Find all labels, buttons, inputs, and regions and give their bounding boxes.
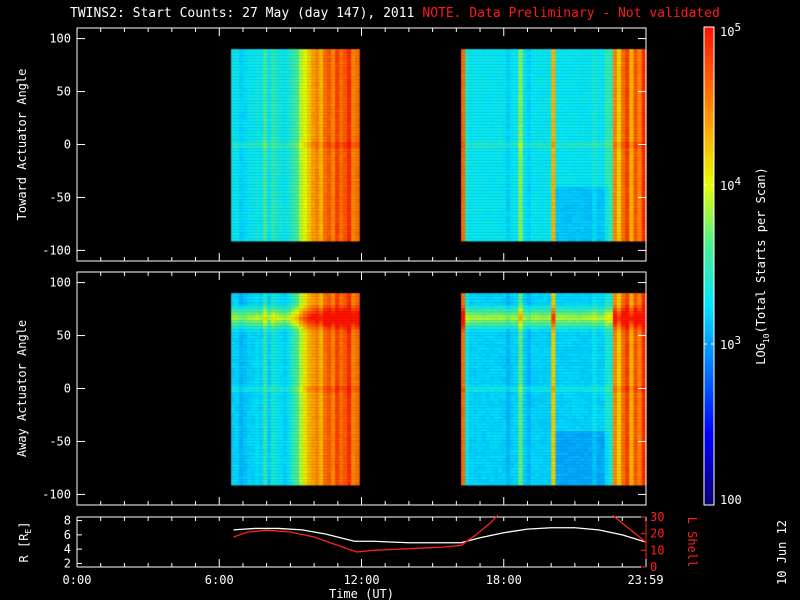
- x-tick-label: 12:00: [343, 573, 379, 587]
- x-tick-label: 23:59: [627, 573, 663, 587]
- lshell-line: [233, 514, 499, 553]
- colorbar-tick-label: 104: [720, 175, 741, 193]
- y-tick-label: 100: [49, 276, 71, 290]
- y-tick-label: -100: [42, 243, 71, 257]
- title-text: TWINS2: Start Counts: 27 May (day 147), …: [70, 6, 415, 21]
- plot-date: 10 Jun 12: [775, 520, 789, 585]
- y-tick-label: -50: [49, 190, 71, 204]
- lshell-tick-label: 10: [650, 543, 664, 557]
- chart-title: TWINS2: Start Counts: 27 May (day 147), …: [70, 6, 720, 21]
- y-axis-label: Toward Actuator Angle: [15, 69, 29, 221]
- y-tick-label: -50: [49, 434, 71, 448]
- colorbar-label: LOG10(Total Starts per Scan): [754, 167, 771, 365]
- y-axis-label: Away Actuator Angle: [15, 320, 29, 457]
- lshell-tick-label: 20: [650, 527, 664, 541]
- y-tick-label: -100: [42, 487, 71, 501]
- x-tick-label: 0:00: [63, 573, 92, 587]
- y-tick-label: 50: [57, 329, 71, 343]
- panel-frame: [76, 27, 647, 262]
- lshell-line: [612, 514, 646, 543]
- colorbar-tick-label: 100: [720, 493, 742, 507]
- y-tick-label: 0: [64, 138, 71, 152]
- y-tick-label: 0: [64, 382, 71, 396]
- lshell-tick-label: 30: [650, 510, 664, 524]
- x-tick-label: 6:00: [205, 573, 234, 587]
- panel-frame: [76, 271, 647, 506]
- colorbar-tick-label: 105: [720, 21, 741, 39]
- y-tick-label: 50: [57, 85, 71, 99]
- r-tick-label: 8: [64, 514, 71, 528]
- lshell-axis-label: L Shell: [685, 517, 699, 568]
- chart-axes: 100500-50-100Toward Actuator Angle100500…: [15, 21, 789, 600]
- colorbar-frame: [703, 26, 715, 506]
- y-tick-label: 100: [49, 32, 71, 46]
- r-tick-label: 2: [64, 556, 71, 570]
- r-tick-label: 6: [64, 528, 71, 542]
- r-axis-label: R [RE]: [17, 522, 33, 563]
- colorbar-tick-label: 103: [720, 334, 741, 352]
- lshell-tick-label: 0: [650, 560, 657, 574]
- r-distance-line: [233, 527, 646, 544]
- r-tick-label: 4: [64, 542, 71, 556]
- preliminary-note: NOTE. Data Preliminary - Not validated: [422, 6, 720, 21]
- x-axis-label: Time (UT): [329, 587, 394, 600]
- x-tick-label: 18:00: [486, 573, 522, 587]
